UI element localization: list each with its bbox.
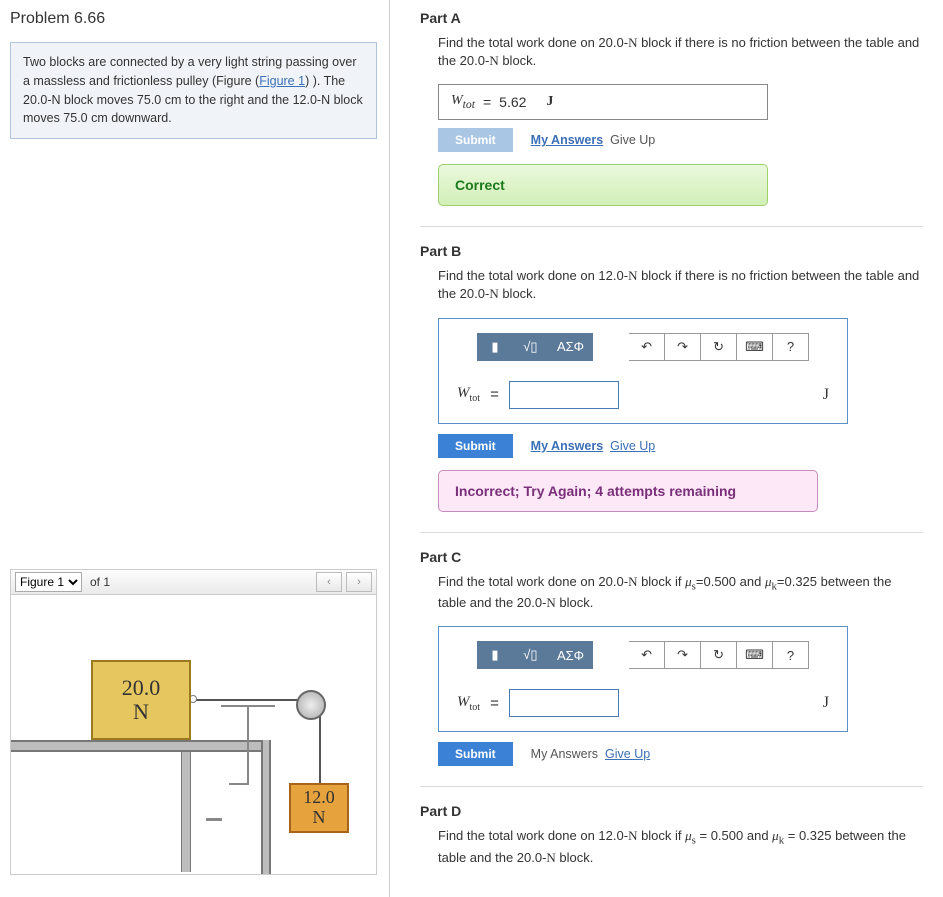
variable-wtot: Wtot: [457, 694, 480, 713]
redo-button[interactable]: ↷: [665, 333, 701, 361]
toolbar-gap: [593, 641, 629, 669]
greek-button[interactable]: ΑΣΦ: [549, 641, 593, 669]
figure-next-button[interactable]: ›: [346, 572, 372, 592]
part-d-prompt: Find the total work done on 12.0-N block…: [438, 827, 923, 867]
divider-icon: [420, 226, 923, 227]
figure-link[interactable]: Figure 1: [259, 74, 305, 88]
equation-toolbar: ▮ √▯ ΑΣΦ ↶ ↷ ↻ ⌨ ?: [457, 641, 829, 669]
equals-sign: =: [483, 94, 491, 110]
part-b: Part B Find the total work done on 12.0-…: [420, 243, 923, 511]
part-c-prompt: Find the total work done on 20.0-N block…: [438, 573, 923, 613]
part-c-submit-button[interactable]: Submit: [438, 742, 513, 766]
part-a: Part A Find the total work done on 20.0-…: [420, 10, 923, 206]
part-d: Part D Find the total work done on 12.0-…: [420, 803, 923, 867]
part-c-label: Part C: [420, 549, 923, 565]
pulley-icon: [296, 690, 326, 720]
figure-toolbar: Figure 1 of 1 ‹ ›: [10, 569, 377, 595]
figure-select[interactable]: Figure 1: [15, 572, 82, 592]
radical-button[interactable]: √▯: [513, 333, 549, 361]
part-b-myanswers-link[interactable]: My Answers: [531, 439, 603, 453]
part-a-label: Part A: [420, 10, 923, 26]
problem-title: Problem 6.66: [10, 10, 377, 28]
radical-button[interactable]: √▯: [513, 641, 549, 669]
reset-button[interactable]: ↻: [701, 333, 737, 361]
part-a-prompt: Find the total work done on 20.0-N block…: [438, 34, 923, 70]
unit-j: J: [546, 94, 553, 110]
undo-button[interactable]: ↶: [629, 641, 665, 669]
part-b-answer-input[interactable]: [509, 381, 619, 409]
pulley-arm: [221, 705, 275, 707]
equation-toolbar: ▮ √▯ ΑΣΦ ↶ ↷ ↻ ⌨ ?: [457, 333, 829, 361]
block-12n: 12.0N: [289, 783, 349, 833]
equals-sign: =: [490, 695, 499, 712]
part-a-feedback: Correct: [438, 164, 768, 206]
figure-count: of 1: [90, 575, 110, 589]
reset-button[interactable]: ↻: [701, 641, 737, 669]
variable-wtot: Wtot: [457, 385, 480, 404]
unit-j: J: [823, 694, 829, 712]
part-c-input-panel: ▮ √▯ ΑΣΦ ↶ ↷ ↻ ⌨ ? Wtot = J: [438, 626, 848, 732]
undo-button[interactable]: ↶: [629, 333, 665, 361]
help-button[interactable]: ?: [773, 333, 809, 361]
template-button[interactable]: ▮: [477, 641, 513, 669]
part-c: Part C Find the total work done on 20.0-…: [420, 549, 923, 767]
part-a-value: 5.62: [499, 94, 526, 110]
divider-icon: [420, 532, 923, 533]
equals-sign: =: [490, 386, 499, 403]
figure-prev-button[interactable]: ‹: [316, 572, 342, 592]
block-20n: 20.0N: [91, 660, 191, 740]
string-vertical: [319, 715, 321, 783]
part-c-myanswers-link[interactable]: My Answers: [531, 747, 598, 761]
variable-wtot: Wtot: [451, 93, 475, 111]
part-b-submit-button[interactable]: Submit: [438, 434, 513, 458]
problem-description: Two blocks are connected by a very light…: [10, 42, 377, 139]
part-b-input-panel: ▮ √▯ ΑΣΦ ↶ ↷ ↻ ⌨ ? Wtot = J: [438, 318, 848, 424]
greek-button[interactable]: ΑΣΦ: [549, 333, 593, 361]
keyboard-button[interactable]: ⌨: [737, 641, 773, 669]
toolbar-gap: [593, 333, 629, 361]
redo-button[interactable]: ↷: [665, 641, 701, 669]
part-d-label: Part D: [420, 803, 923, 819]
string-horizontal: [194, 699, 302, 701]
clamp-body: [229, 705, 249, 785]
part-c-giveup-link[interactable]: Give Up: [605, 747, 650, 761]
part-a-giveup-link[interactable]: Give Up: [610, 133, 655, 147]
part-a-answer-box: Wtot = 5.62 J: [438, 84, 768, 120]
part-c-answer-input[interactable]: [509, 689, 619, 717]
figure-diagram: 20.0N 12.0N: [10, 595, 377, 875]
template-button[interactable]: ▮: [477, 333, 513, 361]
clamp-screw: [206, 818, 222, 821]
part-b-feedback: Incorrect; Try Again; 4 attempts remaini…: [438, 470, 818, 512]
unit-j: J: [823, 386, 829, 404]
part-b-prompt: Find the total work done on 12.0-N block…: [438, 267, 923, 303]
table-edge: [261, 740, 271, 875]
part-a-submit-button[interactable]: Submit: [438, 128, 513, 152]
part-b-giveup-link[interactable]: Give Up: [610, 439, 655, 453]
keyboard-button[interactable]: ⌨: [737, 333, 773, 361]
part-b-label: Part B: [420, 243, 923, 259]
help-button[interactable]: ?: [773, 641, 809, 669]
table-leg: [181, 752, 191, 872]
divider-icon: [420, 786, 923, 787]
part-a-myanswers-link[interactable]: My Answers: [531, 133, 603, 147]
